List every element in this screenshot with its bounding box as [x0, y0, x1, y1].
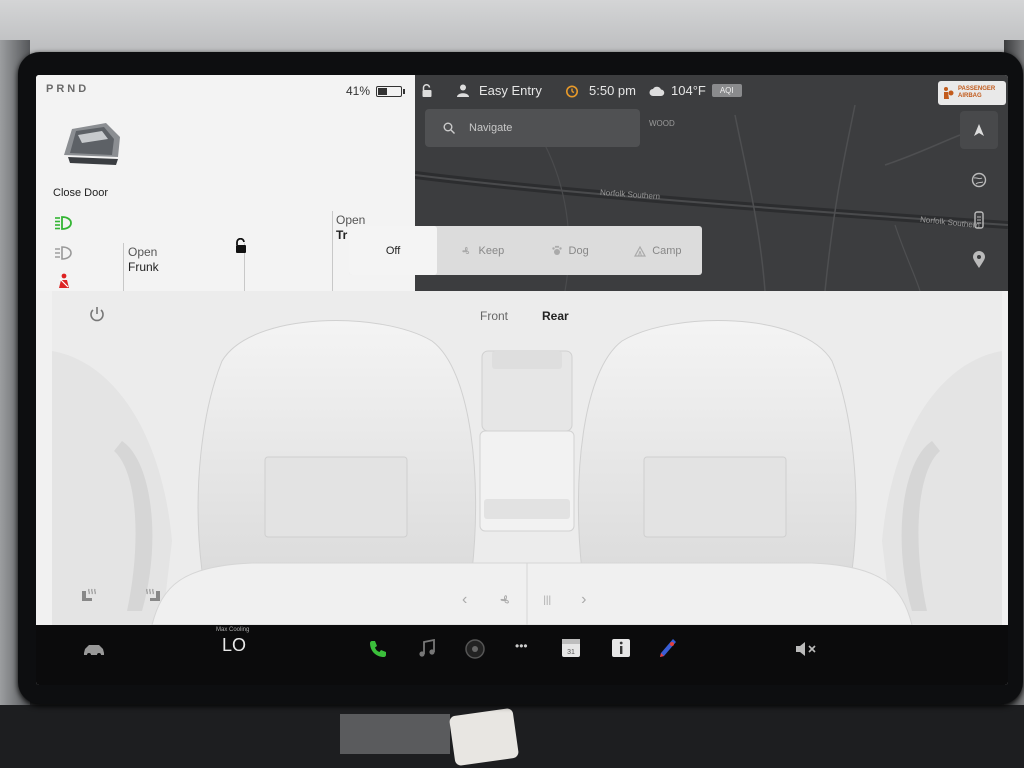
search-placeholder: Navigate: [469, 122, 513, 134]
driver-profile[interactable]: Easy Entry: [457, 83, 542, 98]
fan-icon: [461, 246, 469, 254]
seatbelt-warning-icon: [59, 273, 69, 288]
area-label: WOOD: [649, 119, 675, 128]
car-trunk-image: [64, 123, 120, 165]
close-door-button[interactable]: Close Door: [53, 187, 108, 199]
airbag-label-1: PASSENGER: [958, 86, 996, 92]
fan-level-icon: |||: [543, 594, 552, 606]
battery-percent: 41%: [346, 84, 371, 98]
toybox-icon[interactable]: [658, 637, 678, 659]
climate-mode-selector: Off Keep Dog Camp: [349, 226, 702, 275]
charger-icon: [974, 211, 984, 229]
music-icon[interactable]: [418, 639, 436, 659]
bottom-dock: Max Cooling LO ••• 31: [36, 625, 1008, 685]
dog-icon: [551, 245, 562, 255]
open-trunk-button[interactable]: Tr: [336, 228, 347, 242]
person-icon: [457, 84, 469, 97]
mode-off[interactable]: Off: [349, 226, 438, 275]
power-icon[interactable]: [88, 305, 106, 323]
rear-seats-render: [52, 291, 1002, 625]
chevron-right-icon[interactable]: ›: [581, 591, 586, 609]
search-icon: [443, 122, 455, 134]
chevron-left-icon[interactable]: ‹: [462, 591, 467, 609]
satellite-toggle[interactable]: [960, 161, 998, 199]
headlights-icon: [55, 216, 72, 230]
camera-icon[interactable]: [464, 638, 486, 660]
dashboard-item: [340, 714, 450, 754]
compass-button[interactable]: [960, 111, 998, 149]
alarm-clock-icon: [566, 85, 578, 97]
cloud-icon: [649, 86, 665, 96]
svg-text:31: 31: [567, 649, 575, 656]
seat-heater-right-icon[interactable]: [144, 587, 162, 603]
location-pin-icon: [973, 251, 985, 268]
airbag-label-2: AIRBAG: [958, 93, 982, 99]
pin-button[interactable]: [960, 241, 998, 279]
clock: 5:50 pm: [565, 83, 636, 98]
touchscreen: PRND 41% Close Door Open Frunk Open Tr N…: [36, 75, 1008, 685]
mode-dog[interactable]: Dog: [526, 226, 614, 275]
parking-lights-icon: [55, 246, 72, 260]
car-icon[interactable]: [82, 643, 106, 657]
background-wall: [0, 0, 1024, 60]
sticker: [448, 707, 520, 767]
mode-camp[interactable]: Camp: [614, 226, 702, 275]
battery-status: 41%: [346, 84, 406, 98]
calendar-icon[interactable]: 31: [561, 638, 581, 658]
open-frunk-label[interactable]: Open: [128, 245, 157, 259]
more-apps-button[interactable]: •••: [515, 639, 528, 653]
time-display: 5:50 pm: [589, 83, 636, 98]
mode-keep[interactable]: Keep: [437, 226, 525, 275]
tab-front[interactable]: Front: [480, 309, 508, 323]
fan-speed-control: ‹ ||| ›: [462, 591, 586, 609]
seat-heater-left-icon[interactable]: [80, 587, 98, 603]
volume-mute-icon[interactable]: [794, 641, 820, 657]
open-frunk-button[interactable]: Frunk: [128, 260, 159, 274]
globe-icon: [971, 172, 987, 188]
battery-icon: [376, 85, 403, 97]
temperature-display: 104°F: [671, 83, 706, 98]
max-cooling-label: Max Cooling: [216, 627, 250, 633]
profile-name: Easy Entry: [479, 83, 542, 98]
tent-icon: [634, 245, 647, 257]
aqi-badge: AQI: [711, 84, 742, 97]
unlock-icon[interactable]: [234, 238, 248, 254]
passenger-airbag-indicator: PASSENGER AIRBAG: [938, 81, 1006, 105]
battery-fill: [378, 87, 388, 95]
phone-icon[interactable]: [368, 639, 388, 659]
fan-icon: [500, 595, 510, 604]
open-trunk-label[interactable]: Open: [336, 213, 365, 227]
weather: 104°F AQI: [649, 83, 742, 98]
charging-button[interactable]: [960, 201, 998, 239]
navigate-search[interactable]: Navigate: [425, 109, 640, 147]
lock-status-icon[interactable]: [421, 84, 433, 98]
tab-rear[interactable]: Rear: [542, 309, 569, 323]
status-bar: Easy Entry 5:50 pm 104°F AQI: [415, 75, 1008, 107]
compass-north-icon: [974, 124, 984, 136]
cabin-temperature[interactable]: LO: [222, 635, 246, 656]
airbag-icon: [944, 87, 954, 99]
gear-indicator: PRND: [46, 83, 90, 95]
seat-heater-view: Front Rear ‹ ||| ›: [52, 291, 1002, 625]
manual-icon[interactable]: [611, 638, 631, 658]
